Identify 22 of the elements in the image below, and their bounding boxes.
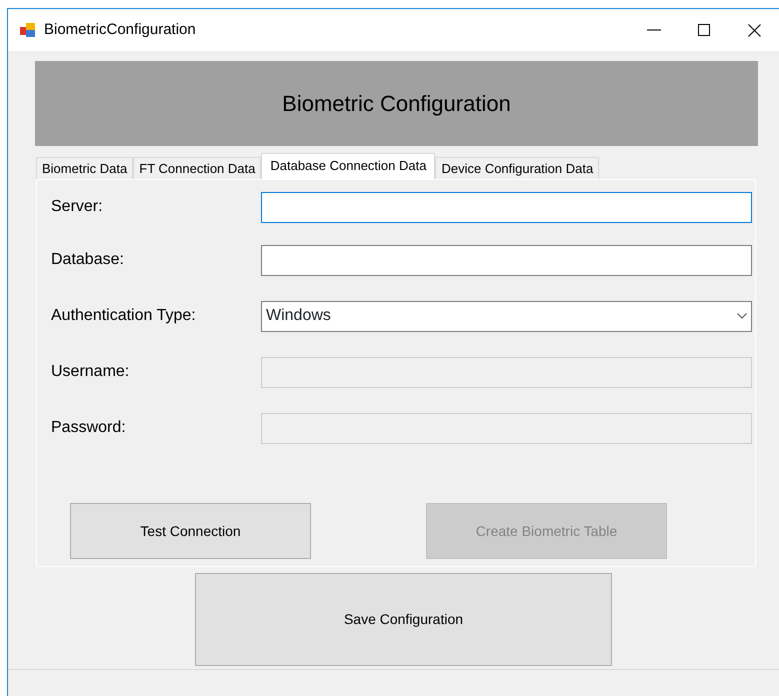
input-field[interactable] <box>261 192 752 222</box>
field-label: Password: <box>51 418 127 438</box>
tab[interactable]: FT Connection Data <box>133 157 262 179</box>
dropdown[interactable]: Windows <box>261 300 752 332</box>
field-label: Username: <box>51 362 130 382</box>
tab[interactable]: Device Configuration Data <box>435 157 600 179</box>
maximize-icon <box>698 24 710 36</box>
tab[interactable]: Database Connection Data <box>261 153 436 179</box>
panel-button[interactable]: Test Connection <box>70 503 311 559</box>
field-label: Database: <box>51 250 125 270</box>
field-label: Server: <box>51 197 104 217</box>
window-title: BiometricConfiguration <box>44 20 196 40</box>
chevron-down-icon <box>737 313 747 319</box>
close-icon <box>748 24 760 36</box>
field-label: Authentication Type: <box>51 306 197 326</box>
minimize-icon <box>647 29 661 31</box>
input-field[interactable] <box>261 244 752 276</box>
save-configuration-button[interactable]: Save Configuration <box>195 573 612 666</box>
header-title: Biometric Configuration <box>282 90 511 118</box>
tab[interactable]: Biometric Data <box>36 157 134 179</box>
dropdown-value: Windows <box>266 306 331 326</box>
app-icon <box>20 22 36 38</box>
